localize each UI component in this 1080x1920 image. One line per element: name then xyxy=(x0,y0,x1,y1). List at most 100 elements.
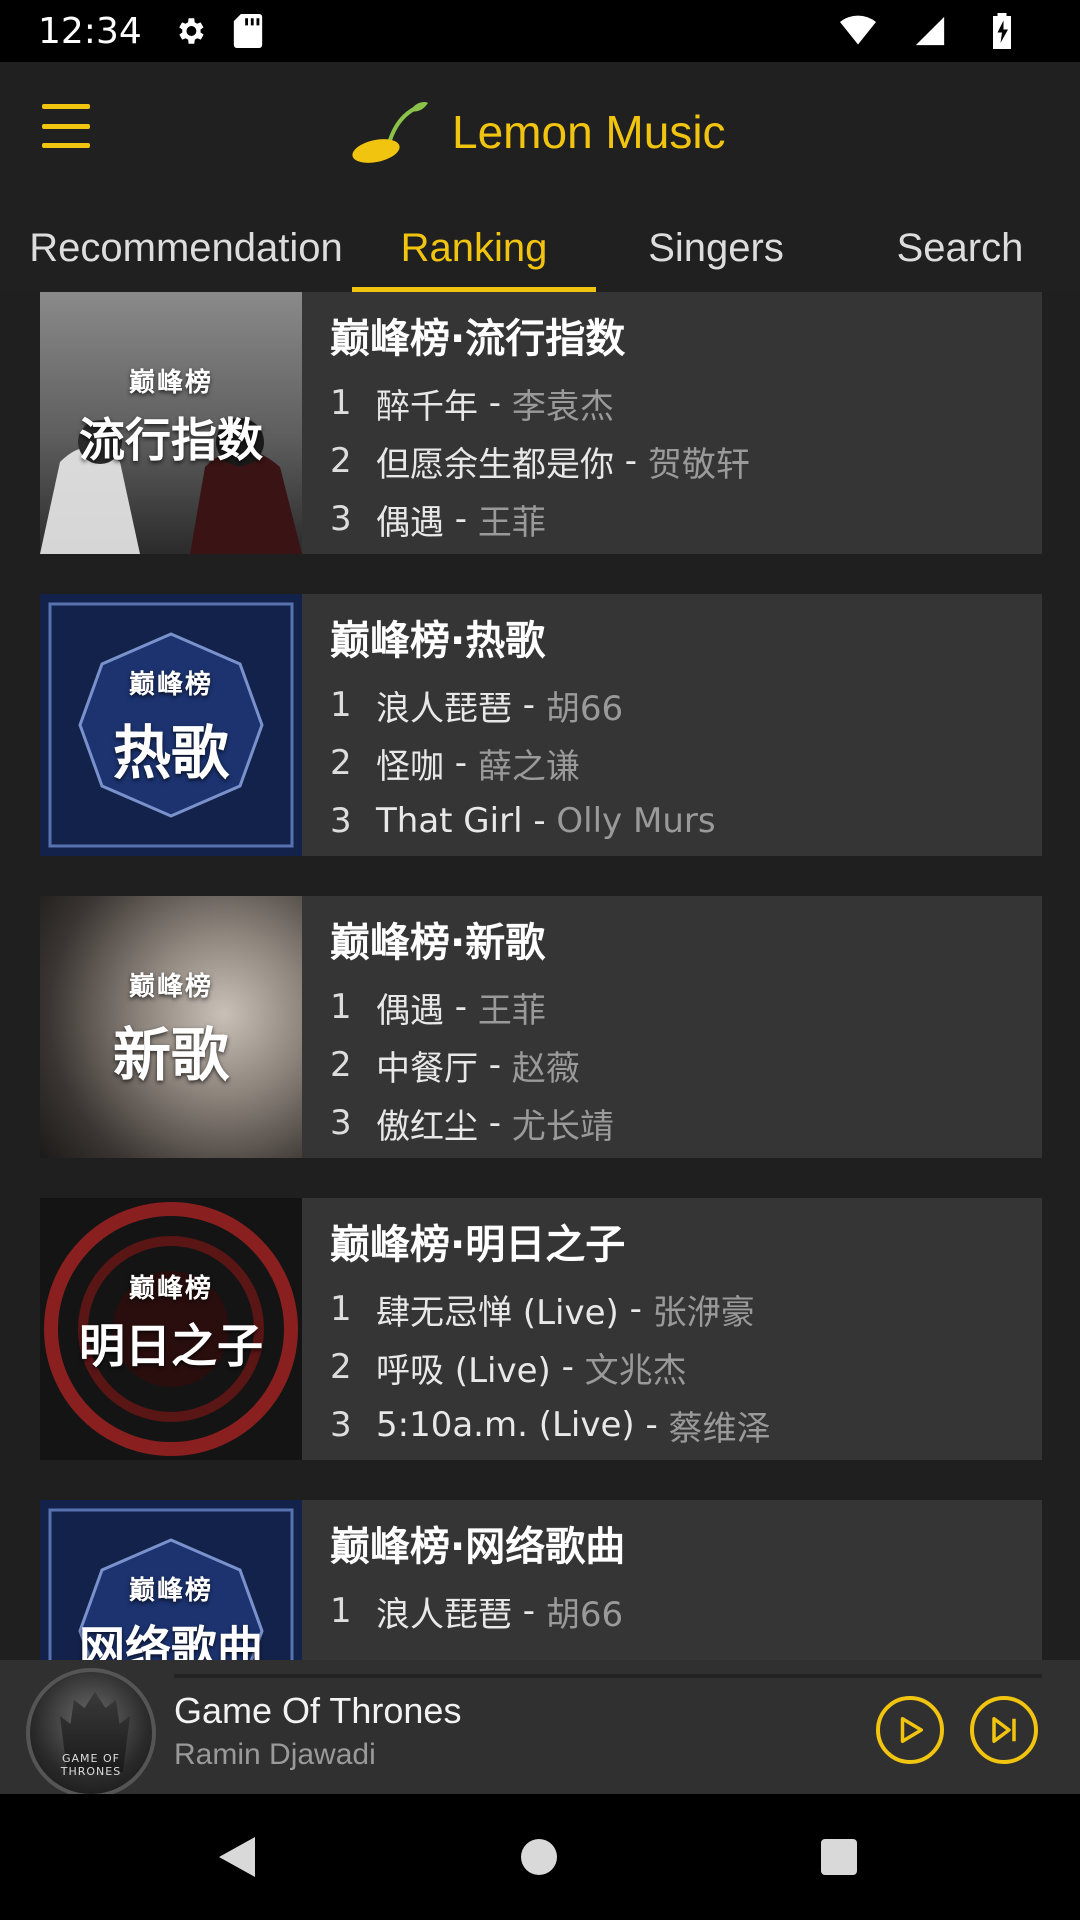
tab-singers[interactable]: Singers xyxy=(596,212,836,292)
cover-crown-text: 巅峰榜 xyxy=(128,1274,213,1304)
cell-signal-icon xyxy=(912,13,948,49)
cover-title-text: 网络歌曲 xyxy=(79,1621,263,1660)
song-name: 偶遇 xyxy=(376,502,444,543)
battery-charging-icon xyxy=(984,13,1020,49)
tab-ranking[interactable]: Ranking xyxy=(352,212,596,292)
skip-next-circle-icon[interactable] xyxy=(970,1696,1038,1764)
wifi-icon xyxy=(840,13,876,49)
ranking-title: 巅峰榜·明日之子 xyxy=(330,1222,626,1268)
tab-label: Search xyxy=(896,226,1024,270)
song-artist: 赵薇 xyxy=(511,1048,580,1089)
player-cover-label: GAME OF THRONES xyxy=(60,1752,122,1778)
song-name: 中餐厅 xyxy=(376,1048,478,1089)
song-rank: 3 xyxy=(330,499,352,539)
play-circle-icon[interactable] xyxy=(876,1696,944,1764)
ranking-card[interactable]: 巅峰榜 热歌 巅峰榜·热歌 1 浪人琵琶 - 胡66 2 怪咖 - 薛之谦 3 Tha… xyxy=(40,594,1042,856)
app-brand: Lemon Music xyxy=(348,92,726,172)
status-bar: 12:34 xyxy=(0,0,1080,62)
song-artist: 胡66 xyxy=(545,1594,624,1635)
ranking-cover: 巅峰榜 流行指数 xyxy=(40,292,302,554)
ranking-info: 巅峰榜·热歌 1 浪人琵琶 - 胡66 2 怪咖 - 薛之谦 3 That Girl … xyxy=(302,594,716,856)
system-nav-bar xyxy=(0,1794,1080,1920)
song-row: 1 浪人琵琶 - 胡66 xyxy=(330,1582,625,1640)
ranking-card[interactable]: 巅峰榜 网络歌曲 巅峰榜·网络歌曲 1 浪人琵琶 - 胡66 xyxy=(40,1500,1042,1660)
app-header: Lemon Music Recommendation Ranking Singe… xyxy=(0,62,1080,292)
lemon-sprout-logo-icon xyxy=(348,97,428,167)
song-artist: 胡66 xyxy=(545,688,624,729)
song-rank: 1 xyxy=(330,685,352,725)
tab-label: Recommendation xyxy=(29,226,343,270)
song-artist: 李袁杰 xyxy=(511,386,614,427)
song-rank: 3 xyxy=(330,1405,352,1445)
ranking-title: 巅峰榜·流行指数 xyxy=(330,316,626,362)
song-rank: 1 xyxy=(330,1289,352,1329)
song-rank: 2 xyxy=(330,1347,352,1387)
song-name: 傲红尘 xyxy=(376,1106,478,1147)
ranking-info: 巅峰榜·流行指数 1 醉千年 - 李袁杰 2 但愿余生都是你 - 贺敬轩 3 偶遇 -… xyxy=(302,292,750,554)
ranking-info: 巅峰榜·网络歌曲 1 浪人琵琶 - 胡66 xyxy=(302,1500,625,1660)
home-circle-icon[interactable] xyxy=(514,1832,564,1882)
ranking-info: 巅峰榜·新歌 1 偶遇 - 王菲 2 中餐厅 - 赵薇 3 傲红尘 - 尤长靖 xyxy=(302,896,614,1158)
song-row: 2 呼吸 (Live) - 文兆杰 xyxy=(330,1338,771,1396)
ranking-card[interactable]: 巅峰榜 流行指数 巅峰榜·流行指数 1 醉千年 - 李袁杰 2 但愿余生都是你 - … xyxy=(40,292,1042,554)
song-artist: 贺敬轩 xyxy=(647,444,750,485)
song-rank: 2 xyxy=(330,743,352,783)
song-row: 2 但愿余生都是你 - 贺敬轩 xyxy=(330,432,750,490)
song-artist: 薛之谦 xyxy=(477,746,580,787)
song-row: 3 5:10a.m. (Live) - 蔡维泽 xyxy=(330,1396,771,1454)
song-name: 浪人琵琶 xyxy=(376,1594,512,1635)
song-row: 3 That Girl - Olly Murs xyxy=(330,801,716,841)
song-artist: 张洢豪 xyxy=(652,1292,755,1333)
song-row: 1 肆无忌惮 (Live) - 张洢豪 xyxy=(330,1280,771,1338)
mini-player[interactable]: GAME OF THRONES Game Of Thrones Ramin Dj… xyxy=(0,1660,1080,1798)
song-row: 2 怪咖 - 薛之谦 xyxy=(330,734,716,792)
cover-crown-text: 巅峰榜 xyxy=(128,368,213,398)
ranking-card[interactable]: 巅峰榜 明日之子 巅峰榜·明日之子 1 肆无忌惮 (Live) - 张洢豪 2 呼吸… xyxy=(40,1198,1042,1460)
ranking-info: 巅峰榜·明日之子 1 肆无忌惮 (Live) - 张洢豪 2 呼吸 (Live) -… xyxy=(302,1198,771,1460)
song-rank: 3 xyxy=(330,801,352,841)
song-row: 1 浪人琵琶 - 胡66 xyxy=(330,676,716,734)
cover-crown-text: 巅峰榜 xyxy=(128,1576,213,1606)
hamburger-menu-icon[interactable] xyxy=(42,104,90,148)
song-artist: 尤长靖 xyxy=(511,1106,614,1147)
ranking-cover: 巅峰榜 新歌 xyxy=(40,896,302,1158)
cover-crown-text: 巅峰榜 xyxy=(128,670,213,700)
ranking-title: 巅峰榜·网络歌曲 xyxy=(330,1524,626,1570)
song-rank: 1 xyxy=(330,383,352,423)
ranking-card[interactable]: 巅峰榜 新歌 巅峰榜·新歌 1 偶遇 - 王菲 2 中餐厅 - 赵薇 3 傲红尘 - … xyxy=(40,896,1042,1158)
back-triangle-icon[interactable] xyxy=(212,1832,262,1882)
ranking-cover: 巅峰榜 网络歌曲 xyxy=(40,1500,302,1660)
ranking-title: 巅峰榜·新歌 xyxy=(330,920,546,966)
player-song-artist: Ramin Djawadi xyxy=(174,1738,376,1771)
cover-crown-text: 巅峰榜 xyxy=(128,972,213,1002)
song-rank: 2 xyxy=(330,1045,352,1085)
song-name: 浪人琵琶 xyxy=(376,688,512,729)
song-rank: 3 xyxy=(330,1103,352,1143)
song-row: 3 傲红尘 - 尤长靖 xyxy=(330,1094,614,1152)
cover-title-text: 新歌 xyxy=(112,1021,229,1089)
ranking-cover: 巅峰榜 热歌 xyxy=(40,594,302,856)
ranking-title: 巅峰榜·热歌 xyxy=(330,618,546,664)
tab-search[interactable]: Search xyxy=(840,212,1080,292)
tab-label: Singers xyxy=(648,226,784,270)
song-name: 怪咖 xyxy=(376,746,444,787)
recents-square-icon[interactable] xyxy=(814,1832,864,1882)
song-row: 1 醉千年 - 李袁杰 xyxy=(330,374,750,432)
sd-card-icon xyxy=(230,13,266,49)
song-row: 2 中餐厅 - 赵薇 xyxy=(330,1036,614,1094)
cover-title-text: 流行指数 xyxy=(79,413,263,467)
song-name: 5:10a.m. (Live) xyxy=(376,1405,635,1445)
song-row: 1 偶遇 - 王菲 xyxy=(330,978,614,1036)
song-artist: 蔡维泽 xyxy=(668,1408,771,1449)
ranking-list[interactable]: 巅峰榜 流行指数 巅峰榜·流行指数 1 醉千年 - 李袁杰 2 但愿余生都是你 - … xyxy=(0,292,1080,1660)
song-name: That Girl xyxy=(376,801,523,841)
app-title: Lemon Music xyxy=(452,106,726,158)
song-rank: 2 xyxy=(330,441,352,481)
cover-title-text: 热歌 xyxy=(112,719,229,787)
song-artist: 王菲 xyxy=(477,502,546,543)
song-artist: Olly Murs xyxy=(556,801,716,841)
tab-recommendation[interactable]: Recommendation xyxy=(0,212,372,292)
status-time: 12:34 xyxy=(38,10,142,52)
playback-progress-bar[interactable] xyxy=(174,1674,1042,1678)
settings-icon xyxy=(172,13,208,49)
